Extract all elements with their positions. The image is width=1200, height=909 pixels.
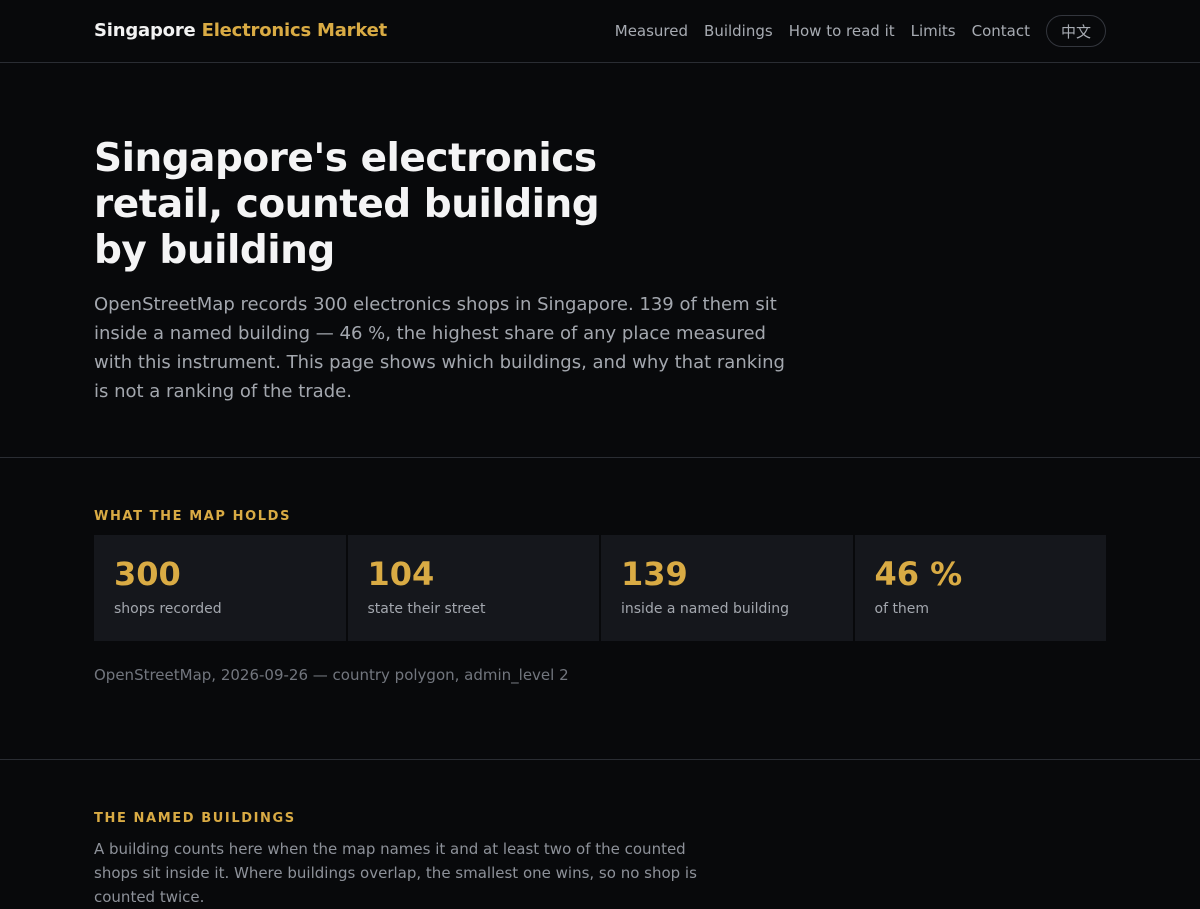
top-nav: Singapore Electronics Market Measured Bu… — [0, 0, 1200, 63]
brand-name-part1: Singapore — [94, 20, 196, 41]
stat-label: of them — [874, 601, 930, 617]
section-heading-named-buildings: THE NAMED BUILDINGS — [94, 811, 296, 826]
brand-name-part2: Electronics Market — [201, 20, 388, 41]
stat-value: 46 % — [874, 555, 963, 593]
stat-card: 300 shops recorded — [94, 535, 346, 641]
language-toggle-button[interactable]: 中文 — [1045, 15, 1106, 47]
nav-link-how-to-read[interactable]: How to read it — [789, 22, 895, 40]
stats-grid: 300 shops recorded 104 state their stree… — [94, 535, 1106, 641]
stat-card: 46 % of them — [854, 535, 1106, 641]
nav-link-limits[interactable]: Limits — [911, 22, 956, 40]
hero-lede: OpenStreetMap records 300 electronics sh… — [94, 294, 785, 402]
stat-value: 104 — [367, 555, 435, 593]
nav-link-buildings[interactable]: Buildings — [704, 22, 773, 40]
data-source-note: OpenStreetMap, 2026-09-26 — country poly… — [94, 666, 569, 684]
nav-link-contact[interactable]: Contact — [972, 22, 1030, 40]
brand-logo[interactable]: Singapore Electronics Market — [94, 20, 387, 41]
section-heading-map-holds: WHAT THE MAP HOLDS — [94, 509, 292, 524]
stat-value: 139 — [621, 555, 688, 593]
stat-value: 300 — [114, 555, 181, 593]
section-divider — [0, 759, 1200, 760]
nav-menu: Measured Buildings How to read it Limits… — [615, 15, 1106, 47]
section-divider — [0, 457, 1200, 458]
stat-card: 139 inside a named building — [601, 535, 853, 641]
named-buildings-description: A building counts here when the map name… — [94, 840, 697, 906]
nav-link-measured[interactable]: Measured — [615, 22, 688, 40]
stat-card: 104 state their street — [347, 535, 599, 641]
stat-label: shops recorded — [114, 601, 222, 617]
stat-label: inside a named building — [621, 601, 790, 617]
stat-label: state their street — [367, 601, 486, 617]
hero-title: Singapore's electronics retail, counted … — [94, 136, 600, 273]
